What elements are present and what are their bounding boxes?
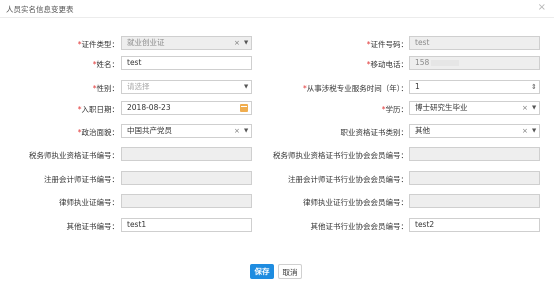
clear-icon[interactable]: ×	[522, 102, 528, 114]
political-label: *政治面貌：	[78, 127, 119, 138]
gender-placeholder: 请选择	[127, 82, 150, 91]
form-row: *政治面貌： 中国共产党员 × ▼ 职业资格证书类别： 其他 × ▼	[0, 124, 554, 140]
name-label-text: 姓名：	[96, 60, 120, 69]
form-row: *证件类型： 就业创业证 × ▼ *证件号码： test	[0, 36, 554, 52]
form-row: 税务师执业资格证书编号： 税务师执业资格证书行业协会会员编号：	[0, 147, 554, 163]
tax-cert-no-input[interactable]	[121, 147, 252, 161]
service-years-value: 1	[415, 82, 420, 91]
chevron-down-icon[interactable]: ▼	[244, 81, 248, 93]
lawyer-assoc-no-label: 律师执业证行业协会会员编号：	[303, 198, 408, 207]
join-date-value: 2018-08-23	[127, 103, 171, 112]
education-value: 博士研究生毕业	[415, 103, 468, 112]
lawyer-cert-no-label: 律师执业证编号：	[59, 198, 119, 207]
join-date-input[interactable]: 2018-08-23	[121, 101, 252, 115]
other-assoc-no-label: 其他证书行业协会会员编号：	[310, 222, 409, 231]
name-input[interactable]: test	[121, 56, 252, 70]
lawyer-assoc-no-input[interactable]	[409, 194, 540, 208]
name-label: *姓名：	[93, 59, 119, 70]
gender-label-text: 性别：	[96, 84, 120, 93]
cpa-assoc-no-label: 注册会计师证书行业协会会员编号：	[288, 175, 408, 184]
tax-assoc-no-input[interactable]	[409, 147, 540, 161]
qual-type-label: 职业资格证书类别：	[340, 128, 409, 137]
clear-icon[interactable]: ×	[522, 125, 528, 137]
calendar-icon[interactable]	[240, 104, 248, 112]
political-select[interactable]: 中国共产党员 × ▼	[121, 124, 252, 138]
cert-no-input[interactable]: test	[409, 36, 540, 50]
other-cert-no-label: 其他证书编号：	[66, 222, 120, 231]
tax-assoc-no-label: 税务师执业资格证书行业协会会员编号：	[273, 151, 408, 160]
mobile-label-text: 移动电话：	[370, 60, 409, 69]
cert-type-label: *证件类型：	[78, 39, 119, 50]
join-date-label-text: 入职日期：	[81, 105, 120, 114]
form-row: *性别： 请选择 ▼ *从事涉税专业服务时间（年）： 1 ⇕	[0, 80, 554, 96]
join-date-label: *入职日期：	[78, 104, 119, 115]
clear-icon[interactable]: ×	[234, 37, 240, 49]
service-years-label: *从事涉税专业服务时间（年）：	[303, 83, 408, 94]
tax-cert-no-label: 税务师执业资格证书编号：	[29, 151, 119, 160]
mobile-label: *移动电话：	[367, 59, 408, 70]
qual-type-select[interactable]: 其他 × ▼	[409, 124, 540, 138]
form-row: 注册会计师证书编号： 注册会计师证书行业协会会员编号：	[0, 171, 554, 187]
masked-digits	[431, 60, 460, 66]
cert-type-select[interactable]: 就业创业证 × ▼	[121, 36, 252, 50]
cpa-cert-no-label: 注册会计师证书编号：	[44, 175, 119, 184]
education-label: *学历：	[382, 104, 408, 115]
spinner-icon[interactable]: ⇕	[531, 81, 537, 93]
lawyer-cert-no-input[interactable]	[121, 194, 252, 208]
qual-type-value: 其他	[415, 126, 430, 135]
form-row: *姓名： test *移动电话： 158	[0, 56, 554, 72]
chevron-down-icon[interactable]: ▼	[244, 125, 248, 137]
mobile-value: 158	[415, 58, 430, 67]
cpa-cert-no-input[interactable]	[121, 171, 252, 185]
form-row: 其他证书编号： test1 其他证书行业协会会员编号： test2	[0, 218, 554, 234]
education-label-text: 学历：	[385, 105, 409, 114]
cert-no-label: *证件号码：	[367, 39, 408, 50]
cert-no-label-text: 证件号码：	[370, 40, 409, 49]
dialog-titlebar: 人员实名信息变更表 ×	[0, 0, 554, 18]
form-row: *入职日期： 2018-08-23 *学历： 博士研究生毕业 × ▼	[0, 101, 554, 117]
cert-type-value: 就业创业证	[127, 38, 165, 47]
other-assoc-no-input[interactable]: test2	[409, 218, 540, 232]
form-row: 律师执业证编号： 律师执业证行业协会会员编号：	[0, 194, 554, 210]
cancel-button[interactable]: 取消	[278, 264, 302, 279]
chevron-down-icon[interactable]: ▼	[532, 125, 536, 137]
clear-icon[interactable]: ×	[234, 125, 240, 137]
service-years-label-text: 从事涉税专业服务时间（年）：	[306, 84, 408, 93]
mobile-input[interactable]: 158	[409, 56, 540, 70]
chevron-down-icon[interactable]: ▼	[532, 102, 536, 114]
gender-select[interactable]: 请选择 ▼	[121, 80, 252, 94]
political-value: 中国共产党员	[127, 126, 172, 135]
cpa-assoc-no-input[interactable]	[409, 171, 540, 185]
dialog-title: 人员实名信息变更表	[6, 5, 74, 14]
save-button[interactable]: 保存	[250, 264, 274, 279]
close-icon[interactable]: ×	[538, 2, 546, 14]
cert-type-label-text: 证件类型：	[81, 40, 120, 49]
gender-label: *性别：	[93, 83, 119, 94]
service-years-input[interactable]: 1 ⇕	[409, 80, 540, 94]
chevron-down-icon[interactable]: ▼	[244, 37, 248, 49]
other-cert-no-input[interactable]: test1	[121, 218, 252, 232]
political-label-text: 政治面貌：	[81, 128, 120, 137]
education-select[interactable]: 博士研究生毕业 × ▼	[409, 101, 540, 115]
